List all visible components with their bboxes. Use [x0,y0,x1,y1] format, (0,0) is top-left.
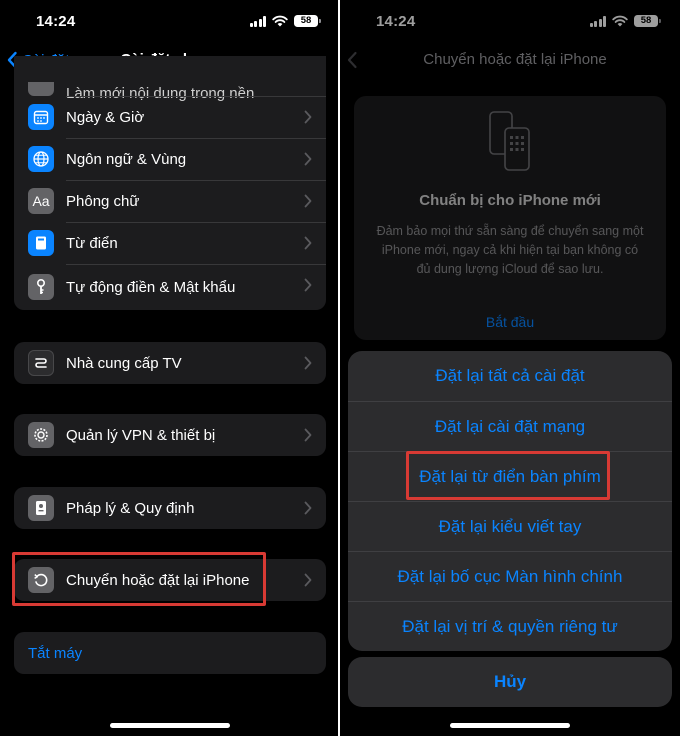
settings-item-dictionary[interactable]: Từ điển [14,222,326,264]
gear-icon [28,422,54,448]
settings-group-tv: Nhà cung cấp TV [14,342,326,384]
settings-item-label: Nhà cung cấp TV [66,354,182,372]
settings-group-shutdown: Tắt máy [14,632,326,674]
transfer-reset-screen: 14:24 58 Chuyển hoặc đặt lại iPhone Chuẩ… [340,0,680,736]
settings-item-language-region[interactable]: Ngôn ngữ & Vùng [14,138,326,180]
settings-item-vpn-device-management[interactable]: Quản lý VPN & thiết bị [14,414,326,456]
settings-item-label: Quản lý VPN & thiết bị [66,426,216,444]
gear-icon [28,82,54,96]
shutdown-button[interactable]: Tắt máy [14,632,326,674]
settings-item-tv-provider[interactable]: Nhà cung cấp TV [14,342,326,384]
cellular-signal-icon [249,15,266,27]
cancel-button[interactable]: Hủy [348,657,672,707]
calendar-icon [28,104,54,130]
reset-all-settings-button[interactable]: Đặt lại tất cả cài đặt [348,351,672,401]
status-bar: 14:24 58 [0,12,340,34]
settings-item-background-refresh[interactable]: Làm mới nội dung trong nền [14,56,326,102]
reset-action-sheet: Đặt lại tất cả cài đặt Đặt lại cài đặt m… [348,351,672,651]
settings-item-label: Ngôn ngữ & Vùng [66,150,187,168]
home-indicator[interactable] [110,723,230,728]
settings-item-legal-regulatory[interactable]: Pháp lý & Quy định [14,487,326,529]
reset-handwriting-button[interactable]: Đặt lại kiểu viết tay [348,501,672,551]
globe-icon [28,146,54,172]
chevron-right-icon [304,152,312,166]
status-time: 14:24 [36,13,76,30]
reset-location-privacy-button[interactable]: Đặt lại vị trí & quyền riêng tư [348,601,672,651]
chevron-right-icon [304,573,312,587]
chevron-right-icon [304,278,312,292]
book-icon [28,230,54,256]
settings-group-legal: Pháp lý & Quy định [14,487,326,529]
chevron-right-icon [304,236,312,250]
chevron-right-icon [304,356,312,370]
highlight-box [406,451,610,500]
font-icon: Aa [28,188,54,214]
settings-group-vpn: Quản lý VPN & thiết bị [14,414,326,456]
settings-item-autofill-passwords[interactable]: Tự động điền & Mật khẩu [14,264,326,310]
settings-item-label: Phông chữ [66,192,140,210]
home-indicator[interactable] [450,723,570,728]
shutdown-label: Tắt máy [28,644,83,662]
chevron-right-icon [304,110,312,124]
chevron-right-icon [304,194,312,208]
battery-icon: 58 [294,15,321,27]
highlight-box [12,552,266,606]
key-icon [28,274,54,300]
chevron-right-icon [304,428,312,442]
reset-home-screen-layout-button[interactable]: Đặt lại bố cục Màn hình chính [348,551,672,601]
settings-group-system: Làm mới nội dung trong nền Ngày & Giờ Ng… [14,56,326,310]
wifi-icon [272,15,288,27]
settings-item-label: Từ điển [66,234,118,252]
settings-item-date-time[interactable]: Ngày & Giờ [14,96,326,138]
settings-item-fonts[interactable]: Aa Phông chữ [14,180,326,222]
tv-provider-icon [28,350,54,376]
reset-network-settings-button[interactable]: Đặt lại cài đặt mạng [348,401,672,451]
settings-item-label: Pháp lý & Quy định [66,499,195,517]
settings-item-label: Ngày & Giờ [66,108,145,126]
settings-general-screen: 14:24 58 Cài đặt Cài đặt chung Làm mới n… [0,0,340,736]
settings-item-label: Tự động điền & Mật khẩu [66,278,236,296]
legal-icon [28,495,54,521]
chevron-right-icon [304,501,312,515]
